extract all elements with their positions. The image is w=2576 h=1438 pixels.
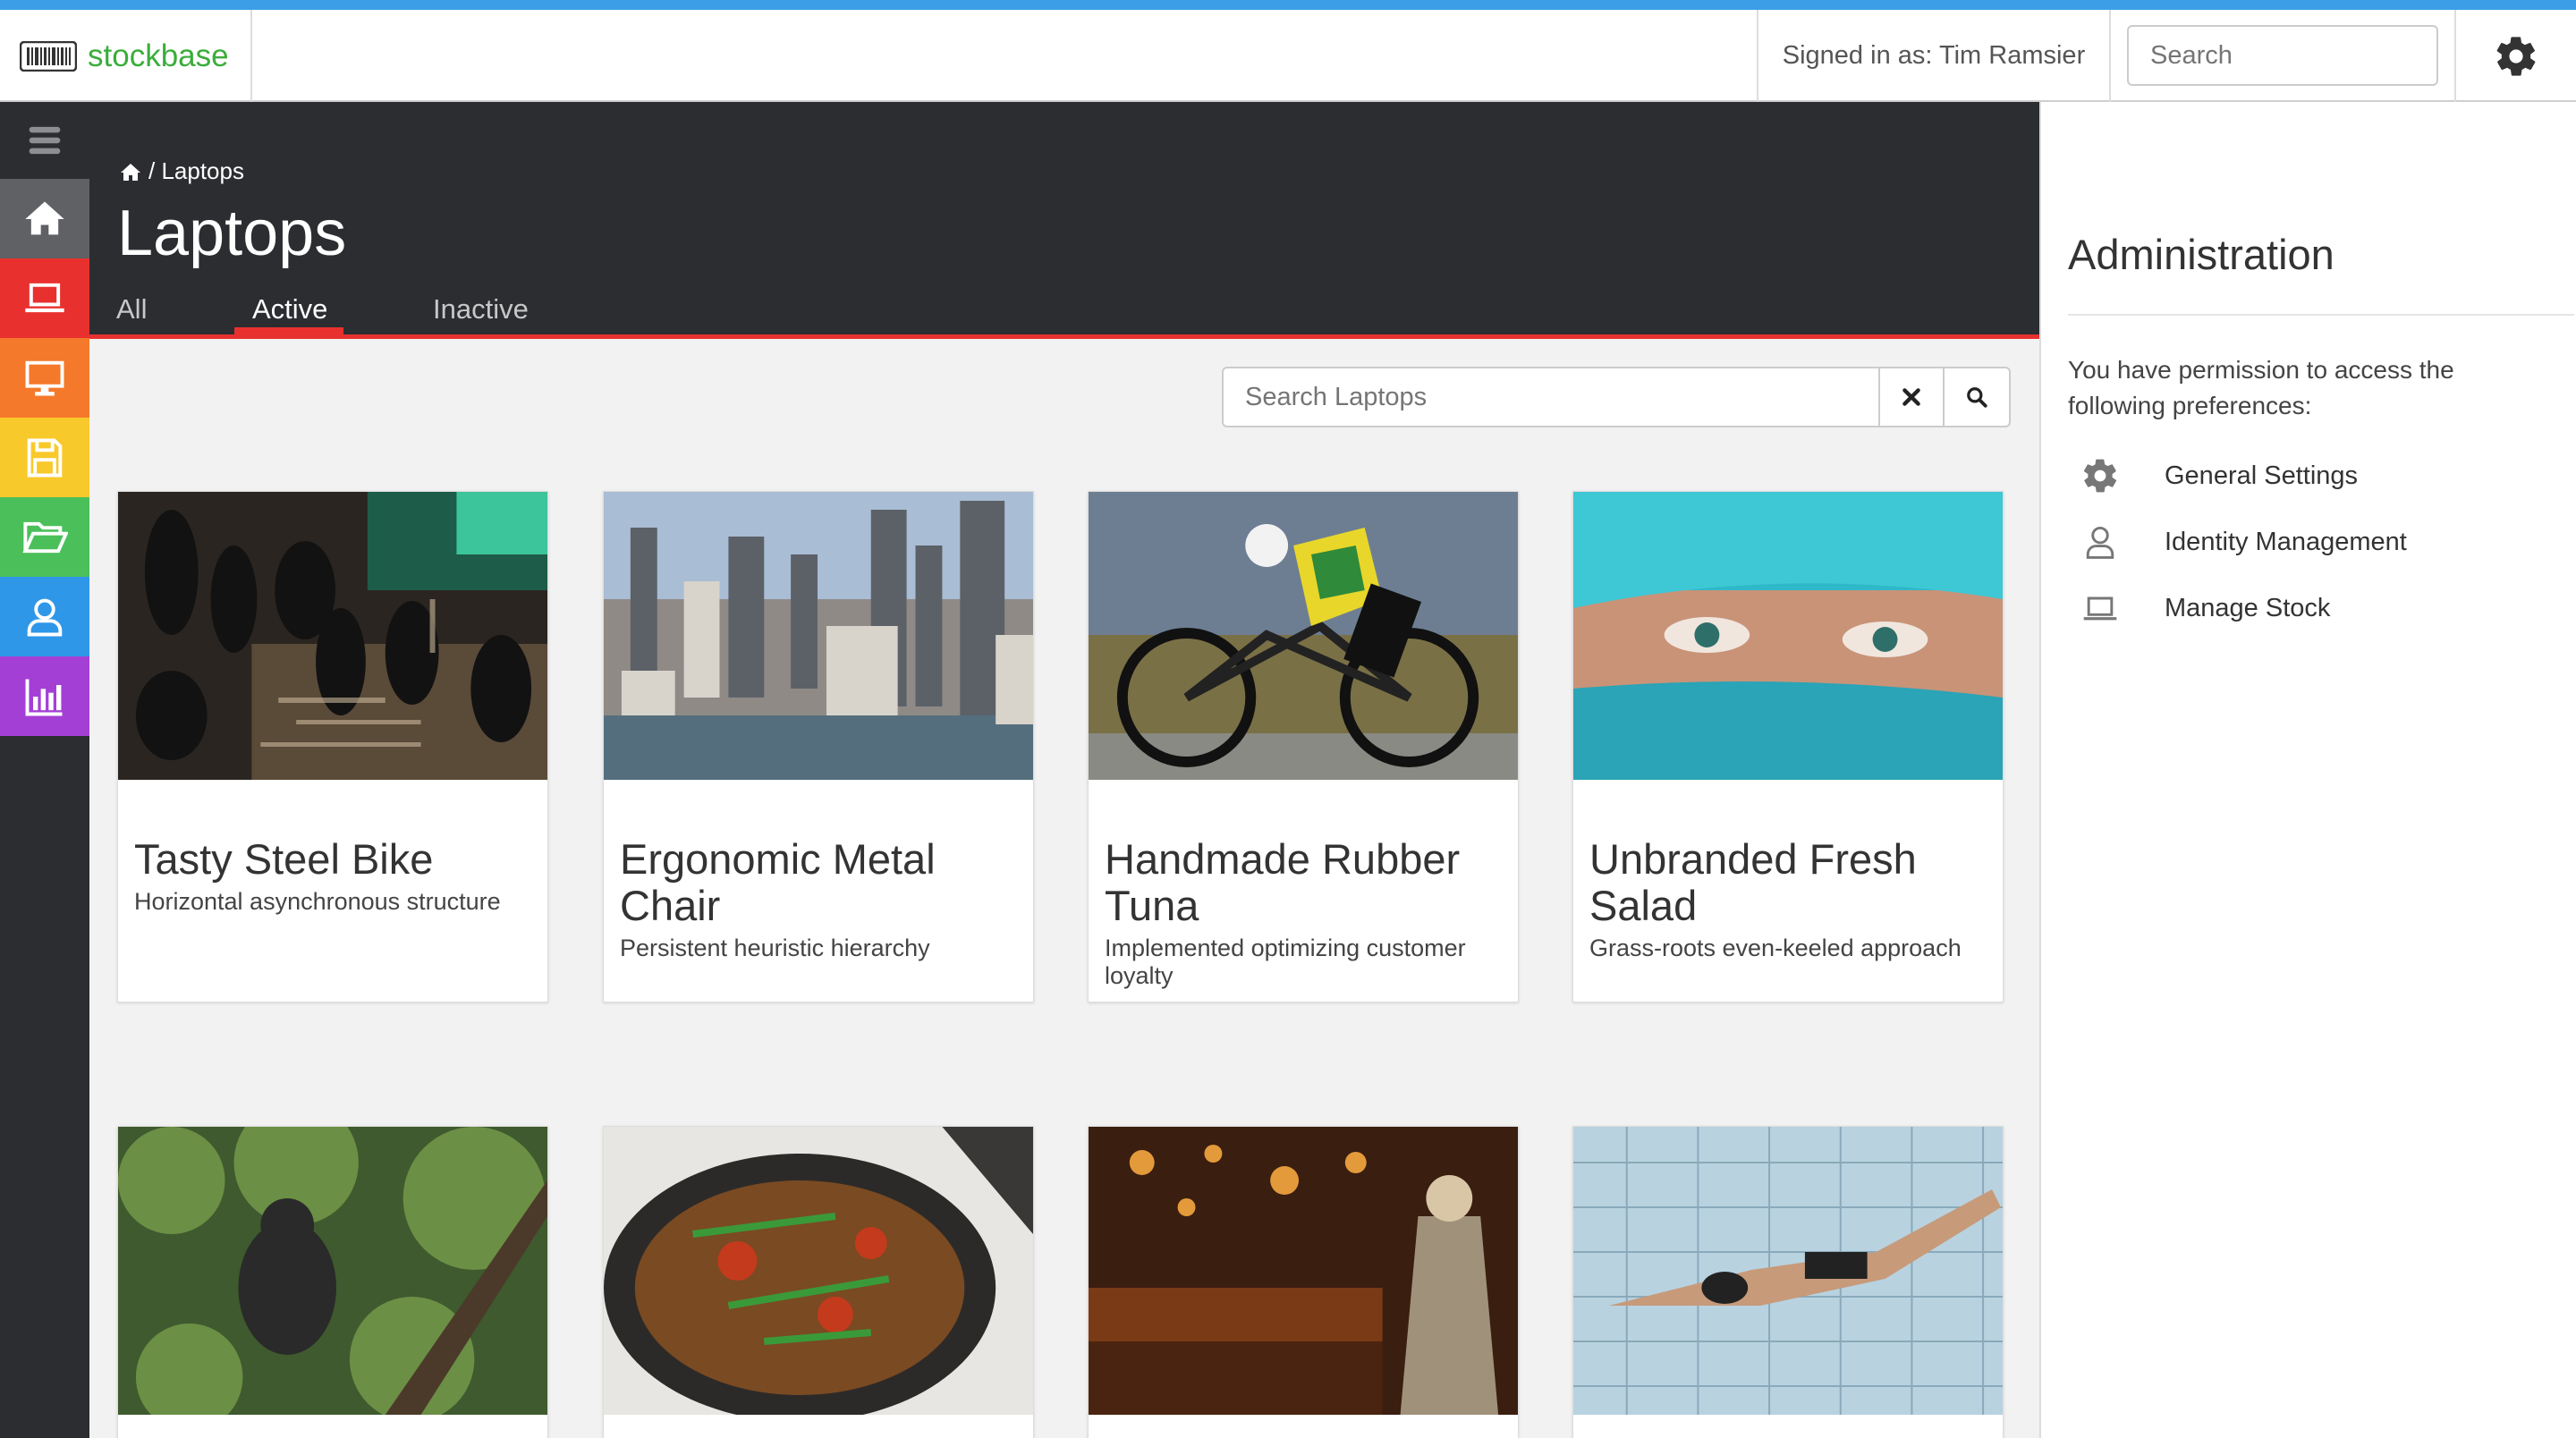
product-card[interactable] — [1572, 1126, 2004, 1438]
nav-reports[interactable] — [0, 656, 89, 736]
close-icon — [1902, 388, 1920, 406]
home-icon[interactable] — [120, 162, 141, 182]
nav-menu-toggle[interactable] — [0, 102, 89, 179]
card-image-cyclist — [1089, 492, 1518, 780]
laptop-search-input[interactable] — [1224, 368, 1877, 426]
signed-in-label: Signed in as: Tim Ramsier — [1757, 10, 2111, 102]
top-accent-strip — [0, 0, 2576, 10]
brand-name: stockbase — [88, 38, 229, 73]
nav-users[interactable] — [0, 577, 89, 656]
main-content: Tasty Steel Bike Horizontal asynchronous… — [89, 343, 2039, 1438]
breadcrumb: / Laptops — [120, 157, 244, 185]
card-title: Unbranded Fresh Salad — [1589, 835, 1917, 929]
user-icon — [27, 598, 63, 636]
card-description: Horizontal asynchronous structure — [134, 888, 501, 915]
card-title: Tasty Steel Bike — [134, 835, 434, 883]
card-image-food-pot — [604, 1127, 1033, 1422]
bar-chart-icon — [25, 679, 63, 715]
settings-button[interactable] — [2454, 10, 2576, 102]
global-search-input[interactable] — [2127, 25, 2438, 86]
admin-description: You have permission to access the follow… — [2068, 356, 2454, 419]
home-icon — [25, 201, 64, 234]
pref-label: General Settings — [2165, 461, 2359, 490]
product-card[interactable]: Tasty Steel Bike Horizontal asynchronous… — [117, 491, 548, 1002]
floppy-icon — [27, 438, 63, 477]
laptop-icon — [25, 283, 64, 312]
page-title: Laptops — [117, 198, 347, 269]
laptop-search — [1222, 367, 2011, 427]
hamburger-icon — [29, 126, 61, 155]
admin-title: Administration — [2068, 231, 2334, 278]
top-bar: stockbase Signed in as: Tim Ramsier — [0, 10, 2576, 102]
user-icon — [2086, 526, 2114, 559]
card-title: Handmade Rubber Tuna — [1105, 835, 1461, 929]
product-card[interactable]: Handmade Rubber Tuna Implemented optimiz… — [1088, 491, 1519, 1002]
card-title: Ergonomic Metal Chair — [620, 835, 936, 929]
card-image-circuit-board — [118, 492, 547, 780]
card-image-city-skyline — [604, 492, 1033, 780]
breadcrumb-current: / Laptops — [148, 157, 244, 184]
folder-open-icon — [22, 521, 68, 553]
product-card[interactable]: Unbranded Fresh Salad Grass-roots even-k… — [1572, 491, 2004, 1002]
pref-manage-stock[interactable]: Manage Stock — [2080, 588, 2330, 628]
gear-icon — [2496, 36, 2536, 76]
barcode-icon — [20, 40, 77, 72]
product-card[interactable] — [117, 1126, 548, 1438]
card-description: Grass-roots even-keeled approach — [1589, 935, 1962, 961]
nav-laptops[interactable] — [0, 258, 89, 338]
pref-identity-management[interactable]: Identity Management — [2080, 522, 2407, 562]
administration-panel: Administration You have permission to ac… — [2039, 102, 2576, 1438]
left-nav — [0, 102, 89, 1438]
product-card[interactable]: Ergonomic Metal Chair Persistent heurist… — [603, 491, 1034, 1002]
nav-desktops[interactable] — [0, 338, 89, 418]
page-header: / Laptops Laptops All Active Inactive — [89, 102, 2039, 339]
laptop-icon — [2083, 596, 2117, 621]
product-card[interactable] — [1088, 1126, 1519, 1438]
divider — [2068, 314, 2574, 316]
tab-all[interactable]: All — [116, 293, 147, 326]
clear-search-button[interactable] — [1878, 368, 1943, 426]
pref-label: Manage Stock — [2165, 593, 2331, 622]
card-image-face-scarf — [1573, 492, 2003, 780]
nav-storage[interactable] — [0, 418, 89, 497]
card-image-bar-interior — [1089, 1127, 1518, 1415]
nav-files[interactable] — [0, 497, 89, 577]
pref-label: Identity Management — [2165, 527, 2407, 556]
tab-active[interactable]: Active — [252, 293, 327, 326]
monitor-icon — [25, 360, 64, 395]
card-description: Implemented optimizing customer loyalty — [1105, 935, 1466, 989]
active-tab-indicator — [234, 327, 343, 335]
card-image-swimmer — [1573, 1127, 2003, 1415]
card-description: Persistent heuristic hierarchy — [620, 935, 930, 961]
gear-icon — [2083, 459, 2117, 493]
search-icon — [1967, 387, 1987, 408]
pref-general-settings[interactable]: General Settings — [2080, 456, 2358, 495]
search-button[interactable] — [1943, 368, 2009, 426]
tab-inactive[interactable]: Inactive — [433, 293, 529, 326]
card-image-gorilla — [118, 1127, 547, 1431]
product-card[interactable] — [603, 1126, 1034, 1438]
nav-home[interactable] — [0, 179, 89, 258]
brand-logo[interactable]: stockbase — [0, 10, 252, 102]
